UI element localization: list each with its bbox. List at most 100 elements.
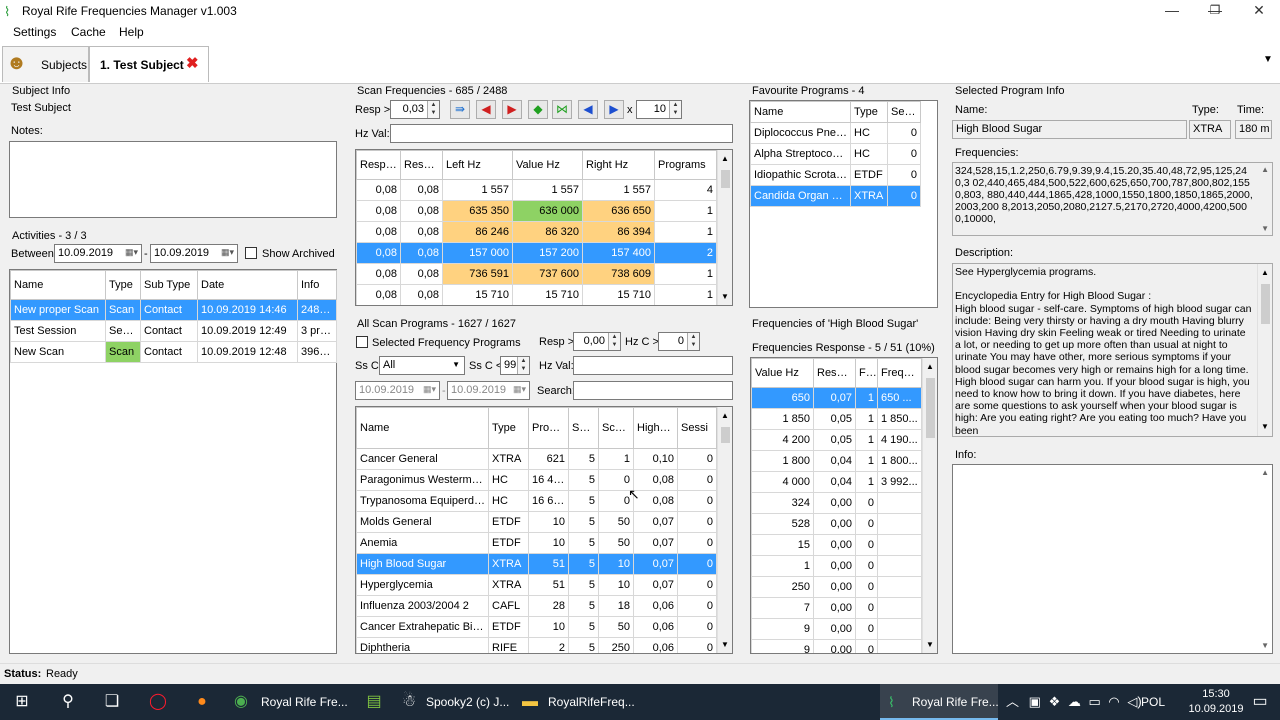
table-row[interactable]: 0,08 0,08 157 000 157 200 157 400 2 xyxy=(356,242,717,264)
programs-hz-val-input[interactable] xyxy=(573,356,733,375)
dropbox-icon[interactable]: ❖ xyxy=(1049,694,1061,709)
table-row[interactable]: Hyperglycemia XTRA 51 5 10 0,07 0 xyxy=(356,574,717,596)
table-row[interactable]: 1 0,00 0 xyxy=(751,555,922,577)
close-tab-icon[interactable]: ✖ xyxy=(186,54,199,72)
shift-left-button[interactable]: ◀ xyxy=(476,100,496,119)
col-date[interactable]: Date xyxy=(197,270,298,300)
col-scan-frequencies-percent[interactable]: Scan Freque % xyxy=(598,407,634,449)
table-row[interactable]: Influenza 2003/2004 2 CAFL 28 5 18 0,06 0 xyxy=(356,595,717,617)
description-textarea[interactable]: See Hyperglycemia programs. Encyclopedia… xyxy=(952,263,1273,437)
tab-subjects[interactable]: ☻ Subjects xyxy=(2,46,89,82)
hz-val-input[interactable] xyxy=(390,124,733,143)
col-value-hz[interactable]: Value Hz xyxy=(751,358,814,388)
table-row[interactable]: 650 0,07 1 650 ... xyxy=(751,387,922,409)
table-row[interactable]: 0,08 0,08 635 350 636 000 636 650 1 xyxy=(356,200,717,222)
table-row[interactable]: Cancer Extrahepatic Bile ... ETDF 10 5 50 0,0… xyxy=(356,616,717,638)
col-name[interactable]: Name xyxy=(10,270,106,300)
table-row[interactable]: 7 0,00 0 xyxy=(751,597,922,619)
chevron-up-icon[interactable]: ︿ xyxy=(1006,694,1019,709)
table-row[interactable]: New proper Scan Scan Contact 10.09.2019 14:… xyxy=(10,299,337,321)
language-indicator[interactable]: POL xyxy=(1141,695,1165,709)
tab-menu-icon[interactable]: ▼ xyxy=(1263,54,1273,65)
col-sessions[interactable]: Sessi xyxy=(677,407,717,449)
table-row[interactable]: 9 0,00 0 xyxy=(751,618,922,640)
collapse-button[interactable]: ⋈ xyxy=(552,100,572,119)
info-textarea[interactable]: ▲ ▼ xyxy=(952,464,1273,654)
table-row[interactable]: Cancer General XTRA 621 5 1 0,10 0 xyxy=(356,448,717,470)
calendar-icon[interactable]: ▦▾ xyxy=(513,384,526,395)
move-right-button[interactable]: ▶ xyxy=(604,100,624,119)
table-row[interactable]: Diplococcus Pneu... HC 0 xyxy=(750,122,921,144)
spreadsheet-icon[interactable]: ▤ xyxy=(352,684,396,720)
col-info[interactable]: Info xyxy=(297,270,337,300)
table-row[interactable]: Candida Organ Su... XTRA 0 xyxy=(750,185,921,207)
tab-test-subject[interactable]: 1. Test Subject ✖ xyxy=(89,46,209,82)
calendar-icon[interactable]: ▦▾ xyxy=(423,384,436,395)
frequencies-textarea[interactable]: 324,528,15,1.2,250,6.79,9.39,9.4,15.20,3… xyxy=(952,162,1273,236)
table-row[interactable]: 15 0,00 0 xyxy=(751,534,922,556)
battery-icon[interactable]: ▭ xyxy=(1088,694,1100,709)
table-row[interactable]: High Blood Sugar XTRA 51 5 10 0,07 0 xyxy=(356,553,717,575)
table-row[interactable]: Test Session Sess... Contact 10.09.2019 12:… xyxy=(10,320,337,342)
col-name[interactable]: Name xyxy=(750,101,851,123)
programs-date-to[interactable]: 10.09.2019 ▦▾ xyxy=(447,381,530,400)
task-view-icon[interactable]: ❏ xyxy=(90,684,134,720)
taskbar-chrome-app[interactable]: ◉ Royal Rife Fre... xyxy=(228,684,350,720)
program-time-field[interactable]: 180 m xyxy=(1235,120,1272,139)
col-freq-info[interactable]: Frequer Info xyxy=(877,358,922,388)
taskbar-explorer-app[interactable]: ▬ RoyalRifeFreq... xyxy=(516,684,635,720)
hz-c-input[interactable]: 0 ▲ ▼ xyxy=(658,332,700,351)
table-row[interactable]: 0,08 0,08 15 710 15 710 15 710 1 xyxy=(356,284,717,305)
table-row[interactable]: 250 0,00 0 xyxy=(751,576,922,598)
scroll-up-icon[interactable]: ▲ xyxy=(1261,165,1269,174)
notes-textarea[interactable] xyxy=(9,141,337,218)
wifi-icon[interactable]: ◠ xyxy=(1108,694,1119,709)
firefox-icon[interactable]: ● xyxy=(180,684,224,720)
table-row[interactable]: 0,08 0,08 736 591 737 600 738 609 1 xyxy=(356,263,717,285)
minimize-button[interactable]: — xyxy=(1150,0,1194,22)
search-input[interactable] xyxy=(573,381,733,400)
notifications-icon[interactable]: ▭ xyxy=(1238,684,1280,720)
table-row[interactable]: New Scan Scan Contact 10.09.2019 12:48 396 f… xyxy=(10,341,337,363)
menu-help[interactable]: Help xyxy=(119,25,144,39)
move-left-button[interactable]: ◀ xyxy=(578,100,598,119)
volume-icon[interactable]: ◁) xyxy=(1127,694,1141,709)
col-resp[interactable]: Respon % xyxy=(400,150,443,180)
table-row[interactable]: 0,08 0,08 86 246 86 320 86 394 1 xyxy=(356,221,717,243)
scroll-down-icon[interactable]: ▼ xyxy=(1261,641,1269,650)
scan-frequencies-scrollbar[interactable]: ▲ ▼ xyxy=(717,150,732,305)
table-row[interactable]: Trypanosoma Equiperdum... HC 16 651 5 0 0,08 0 xyxy=(356,490,717,512)
scroll-down-icon[interactable]: ▼ xyxy=(1261,224,1269,233)
col-left-hz[interactable]: Left Hz xyxy=(442,150,513,180)
program-name-field[interactable]: High Blood Sugar xyxy=(952,120,1187,139)
calendar-icon[interactable]: ▦▾ xyxy=(125,247,138,258)
col-resp-abs[interactable]: Respon Abs % xyxy=(356,150,401,180)
taskbar-spooky2-app[interactable]: ☃ Spooky2 (c) J... xyxy=(396,684,514,720)
col-highest-response[interactable]: Highest Respon Abs % xyxy=(633,407,678,449)
table-row[interactable]: Diphtheria RIFE 2 5 250 0,06 0 xyxy=(356,637,717,653)
move-first-button[interactable]: ⇛ xyxy=(450,100,470,119)
multiplier-input[interactable]: 10 ▲ ▼ xyxy=(636,100,682,119)
taskbar-rife-app[interactable]: ⌇ Royal Rife Fre... xyxy=(880,684,999,720)
table-row[interactable]: Alpha Streptococc... HC 0 xyxy=(750,143,921,165)
windows-start-icon[interactable]: ⊞ xyxy=(0,684,44,720)
cloud-icon[interactable]: ☁ xyxy=(1068,694,1081,709)
table-row[interactable]: Paragonimus Westermani ... HC 16 401 5 0 0,08… xyxy=(356,469,717,491)
show-archived-checkbox[interactable] xyxy=(245,247,257,259)
col-response-abs[interactable]: Respon Abs % xyxy=(813,358,856,388)
all-programs-scrollbar[interactable]: ▲ ▼ xyxy=(717,407,732,653)
selected-frequency-programs-checkbox[interactable] xyxy=(356,336,368,348)
col-subtype[interactable]: Sub Type xyxy=(140,270,198,300)
table-row[interactable]: 4 000 0,04 1 3 992... xyxy=(751,471,922,493)
table-row[interactable]: 1 850 0,05 1 1 850... xyxy=(751,408,922,430)
description-scrollbar[interactable]: ▲ ▼ xyxy=(1257,264,1272,436)
programs-date-from[interactable]: 10.09.2019 ▦▾ xyxy=(355,381,440,400)
col-scan-frequencies[interactable]: Scan Frequ xyxy=(568,407,599,449)
opera-icon[interactable]: ◯ xyxy=(136,684,180,720)
close-window-button[interactable]: ✕ xyxy=(1237,0,1280,22)
table-row[interactable]: 324 0,00 0 xyxy=(751,492,922,514)
col-program-frequencies[interactable]: Program Frequen xyxy=(528,407,569,449)
menu-settings[interactable]: Settings xyxy=(13,25,56,39)
col-programs[interactable]: Programs xyxy=(654,150,717,180)
ss-c-less-input[interactable]: 99 ▲ ▼ xyxy=(500,356,530,375)
